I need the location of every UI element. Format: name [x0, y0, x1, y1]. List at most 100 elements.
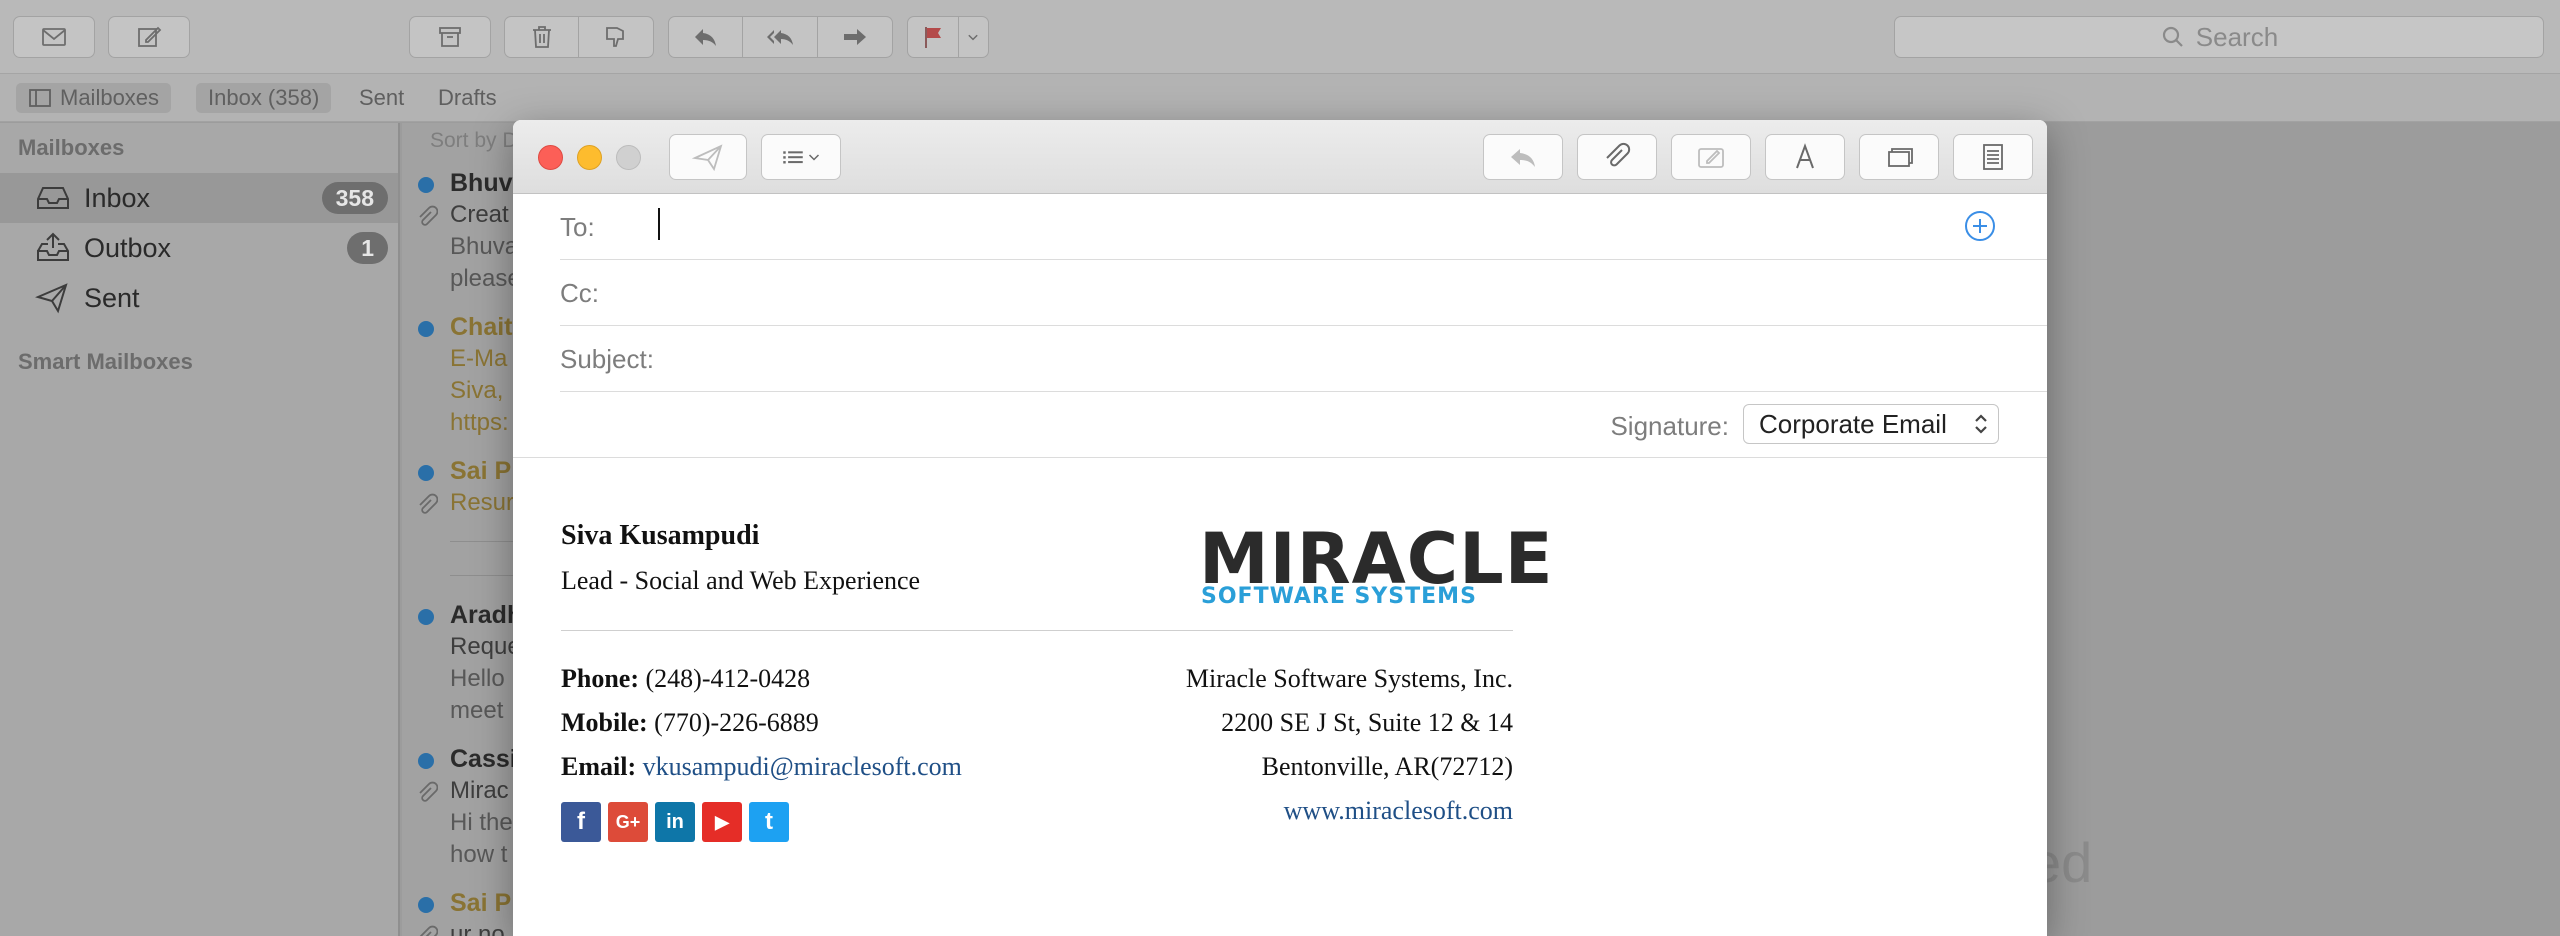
- message-preview: https:: [450, 409, 509, 436]
- close-window-button[interactable]: [538, 145, 563, 170]
- outbox-count-badge: 1: [347, 232, 388, 264]
- up-down-arrows-icon: [1975, 414, 1987, 434]
- forward-icon: [844, 29, 866, 45]
- minimize-window-button[interactable]: [577, 145, 602, 170]
- message-preview: Bhuva: [450, 233, 519, 260]
- sidebar-item-inbox[interactable]: Inbox 358: [0, 173, 398, 223]
- header-fields-menu-button[interactable]: [761, 134, 841, 180]
- paperclip-icon: [1606, 142, 1631, 167]
- photo-browser-button[interactable]: [1859, 134, 1939, 180]
- subject-field[interactable]: Subject:: [560, 326, 2047, 392]
- company-logo: MIRACLE SOFTWARE SYSTEMS: [1199, 520, 1553, 612]
- flag-icon: [924, 27, 941, 48]
- message-sender: Sai P: [450, 889, 512, 917]
- flag-menu-button[interactable]: [959, 17, 988, 57]
- sidebar-item-outbox[interactable]: Outbox 1: [0, 223, 398, 273]
- signature-label: Signature:: [1610, 411, 1729, 441]
- mobile-value: (770)-226-6889: [654, 708, 819, 737]
- trash-icon: [532, 26, 551, 48]
- cc-label: Cc:: [560, 278, 599, 308]
- compose-toolbar: [513, 120, 2047, 194]
- search-field[interactable]: Search: [1894, 16, 2544, 58]
- archive-button[interactable]: [409, 16, 491, 58]
- inbox-count-badge: 358: [321, 182, 388, 214]
- message-subject: E-Ma: [450, 345, 508, 372]
- reply-button[interactable]: [669, 17, 743, 57]
- unread-dot: [418, 897, 434, 913]
- favorites-mailboxes-button[interactable]: Mailboxes: [16, 83, 172, 113]
- stationery-button[interactable]: [1953, 134, 2033, 180]
- favorites-inbox-label: Inbox (358): [208, 85, 320, 110]
- forward-button[interactable]: [818, 17, 892, 57]
- email-link[interactable]: vkusampudi@miraclesoft.com: [643, 752, 962, 781]
- search-placeholder: Search: [2195, 21, 2279, 52]
- text-cursor: [658, 208, 660, 240]
- mail-toolbar: Search: [0, 0, 2560, 74]
- add-contact-icon[interactable]: [1963, 209, 1997, 243]
- unread-dot: [418, 465, 434, 481]
- reply-all-button[interactable]: [743, 17, 818, 57]
- send-button[interactable]: [669, 134, 747, 180]
- google-plus-icon[interactable]: G+: [608, 802, 648, 842]
- markup-button[interactable]: [1671, 134, 1751, 180]
- youtube-icon[interactable]: ▶: [702, 802, 742, 842]
- format-button[interactable]: [1765, 134, 1845, 180]
- junk-button[interactable]: [579, 17, 653, 57]
- linkedin-icon[interactable]: in: [655, 802, 695, 842]
- email-line: Email: vkusampudi@miraclesoft.com: [561, 752, 962, 782]
- email-label: Email:: [561, 752, 637, 781]
- facebook-icon[interactable]: f: [561, 802, 601, 842]
- preview-rule: [450, 541, 522, 542]
- flag-button[interactable]: [908, 17, 959, 57]
- zoom-window-button[interactable]: [616, 145, 641, 170]
- message-preview: meet: [450, 697, 504, 724]
- message-sender: Cassi: [450, 745, 517, 773]
- website-link[interactable]: www.miraclesoft.com: [1284, 796, 1513, 826]
- unread-dot: [418, 321, 434, 337]
- paperclip-icon: [419, 781, 438, 802]
- social-links: f G+ in ▶ t: [561, 802, 789, 842]
- message-preview: how t: [450, 841, 508, 868]
- sidebar-item-label: Sent: [84, 282, 140, 313]
- get-mail-button[interactable]: [13, 16, 95, 58]
- favorites-sent-button[interactable]: Sent: [347, 83, 416, 113]
- delete-button[interactable]: [505, 17, 579, 57]
- sidebar-item-sent[interactable]: Sent: [0, 273, 398, 323]
- sort-by-label[interactable]: Sort by D: [430, 129, 518, 153]
- paper-plane-icon: [35, 283, 68, 314]
- favorites-inbox-button[interactable]: Inbox (358): [196, 83, 332, 113]
- smart-mailboxes-header: Smart Mailboxes: [18, 349, 193, 374]
- message-subject: ur no: [450, 921, 505, 936]
- reply-group: [668, 16, 893, 58]
- message-list: Sort by D Bhuv Creat Bhuva please Chait …: [402, 123, 522, 936]
- compose-window: To: Cc: Subject: Signature: Corporate Em…: [513, 120, 2047, 936]
- message-sender: Aradh: [450, 601, 522, 629]
- address-line-2: Bentonville, AR(72712): [1261, 752, 1513, 781]
- attach-button[interactable]: [1577, 134, 1657, 180]
- unread-dot: [418, 177, 434, 193]
- reply-all-icon: [767, 30, 793, 45]
- message-subject: Creat: [450, 201, 509, 228]
- cc-field[interactable]: Cc:: [560, 260, 2047, 326]
- delete-junk-group: [504, 16, 654, 58]
- subject-label: Subject:: [560, 344, 654, 374]
- compose-button[interactable]: [108, 16, 190, 58]
- unread-dot: [418, 753, 434, 769]
- reply-icon: [1511, 149, 1535, 167]
- signature-markup-icon: [1698, 148, 1724, 168]
- preview-rule: [450, 575, 522, 576]
- signature-name: Siva Kusampudi: [561, 520, 760, 551]
- markup-reply-button[interactable]: [1483, 134, 1563, 180]
- to-label: To:: [560, 212, 595, 242]
- favorites-drafts-button[interactable]: Drafts: [426, 83, 509, 113]
- outbox-icon: [37, 232, 69, 261]
- favorites-mailboxes-label: Mailboxes: [60, 85, 160, 110]
- signature-select[interactable]: Corporate Email: [1743, 404, 1999, 444]
- inbox-icon: [37, 187, 69, 209]
- mailboxes-header: Mailboxes: [18, 135, 125, 160]
- compose-icon: [138, 26, 162, 47]
- message-sender: Chait: [450, 313, 513, 341]
- message-sender: Sai P: [450, 457, 512, 485]
- twitter-icon[interactable]: t: [749, 802, 789, 842]
- to-field[interactable]: To:: [560, 194, 2047, 260]
